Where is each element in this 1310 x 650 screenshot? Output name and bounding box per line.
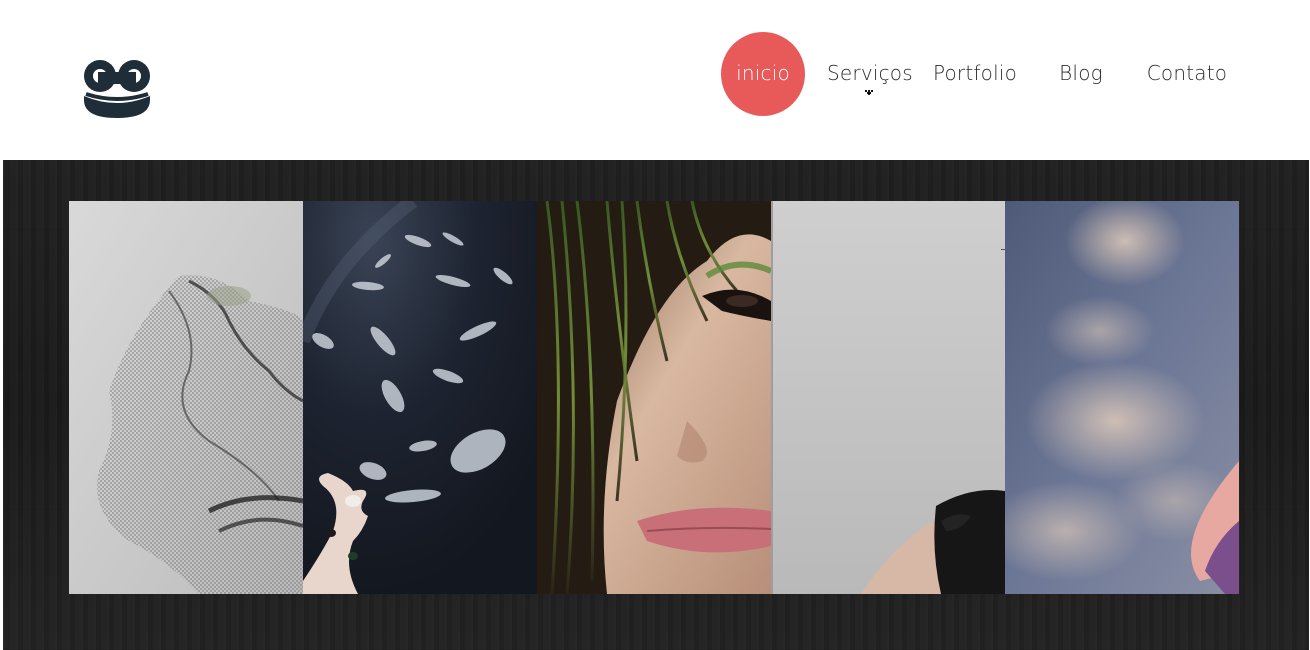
- nav-item-servicos[interactable]: Serviços: [827, 32, 913, 116]
- site-header: inicio Serviços Portfolio Blog Contato: [0, 0, 1310, 160]
- image-slider[interactable]: [69, 201, 1239, 594]
- nav-item-label: Serviços: [827, 61, 913, 85]
- feathers-hand-image[interactable]: [303, 201, 537, 594]
- abstract-mesh-image[interactable]: [69, 201, 303, 594]
- logo[interactable]: [82, 58, 152, 120]
- page: inicio Serviços Portfolio Blog Contato: [0, 0, 1310, 650]
- face-closeup-image[interactable]: [537, 201, 771, 594]
- cursor-icon: [865, 90, 873, 95]
- nav-item-contato[interactable]: Contato: [1145, 32, 1229, 116]
- nav-item-label: Portfolio: [932, 61, 1018, 85]
- nav-item-label: Contato: [1146, 61, 1228, 85]
- nav-item-label: Blog: [1059, 61, 1103, 85]
- woman-shoulder-image[interactable]: [771, 201, 1005, 594]
- nav-item-blog[interactable]: Blog: [1049, 32, 1113, 116]
- sky-clouds-image[interactable]: [1005, 201, 1239, 594]
- nav-item-inicio[interactable]: inicio: [721, 32, 805, 116]
- nav-item-label: inicio: [736, 61, 790, 85]
- smiley-face-logo-icon: [84, 60, 150, 118]
- nav-item-portfolio[interactable]: Portfolio: [931, 32, 1019, 116]
